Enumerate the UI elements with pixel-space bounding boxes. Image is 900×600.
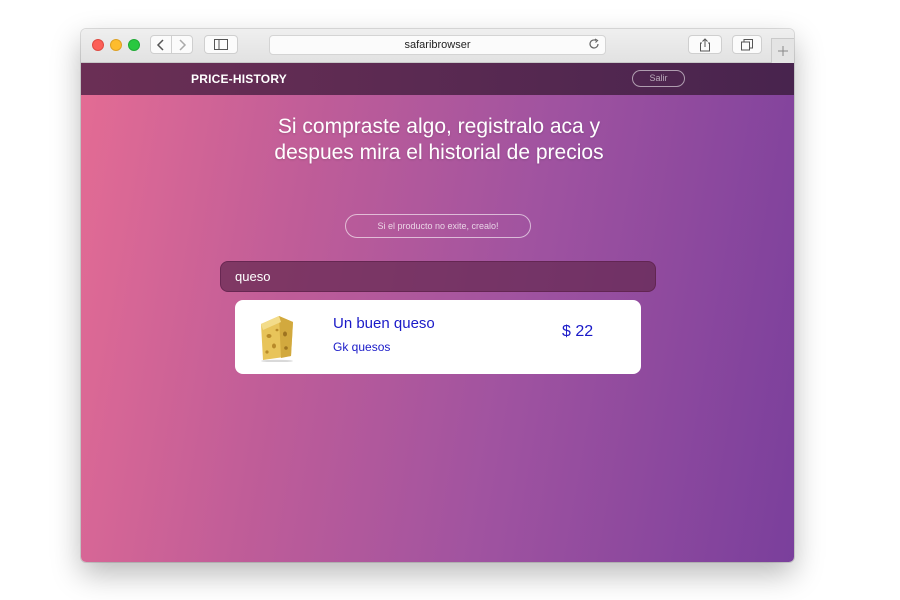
share-button[interactable] xyxy=(688,35,722,54)
close-window-button[interactable] xyxy=(92,39,104,51)
headline-line-1: Si compraste algo, registralo aca y xyxy=(277,115,601,138)
minimize-window-button[interactable] xyxy=(110,39,122,51)
sidebar-button[interactable] xyxy=(204,35,238,54)
tabs-icon xyxy=(741,38,753,50)
cheese-icon xyxy=(261,316,293,362)
product-card[interactable]: Un buen queso Gk quesos $ 22 xyxy=(235,300,641,374)
brand-logo[interactable]: PRICE-HISTORY xyxy=(191,63,287,95)
reload-icon[interactable] xyxy=(588,38,600,50)
headline-line-2: despues mira el historial de precios xyxy=(274,141,604,164)
page-headline: Si compraste algo, registralo aca y desp… xyxy=(201,114,677,166)
product-shop[interactable]: Gk quesos xyxy=(333,340,390,354)
navbar: PRICE-HISTORY Salir xyxy=(81,63,794,95)
web-page: PRICE-HISTORY Salir Si compraste algo, r… xyxy=(81,63,794,562)
product-name[interactable]: Un buen queso xyxy=(333,315,435,332)
zoom-window-button[interactable] xyxy=(128,39,140,51)
address-bar[interactable]: safaribrowser xyxy=(269,35,606,55)
forward-icon xyxy=(179,38,187,51)
show-tabs-button[interactable] xyxy=(732,35,762,54)
logout-button[interactable]: Salir xyxy=(632,70,685,87)
create-product-button[interactable]: Si el producto no exite, crealo! xyxy=(345,214,531,238)
plus-icon xyxy=(778,46,788,56)
back-icon xyxy=(156,38,164,51)
forward-button[interactable] xyxy=(171,35,193,54)
new-tab-button[interactable] xyxy=(771,38,794,63)
back-button[interactable] xyxy=(150,35,172,54)
sidebar-icon xyxy=(214,39,228,50)
product-price: $ 22 xyxy=(562,323,594,340)
title-bar: safaribrowser xyxy=(81,29,794,63)
browser-window: safaribrowser PRICE-HISTORY Salir Si com… xyxy=(81,29,794,562)
share-icon xyxy=(700,37,710,51)
search-input[interactable]: queso xyxy=(220,261,656,292)
url-text: safaribrowser xyxy=(404,39,471,51)
